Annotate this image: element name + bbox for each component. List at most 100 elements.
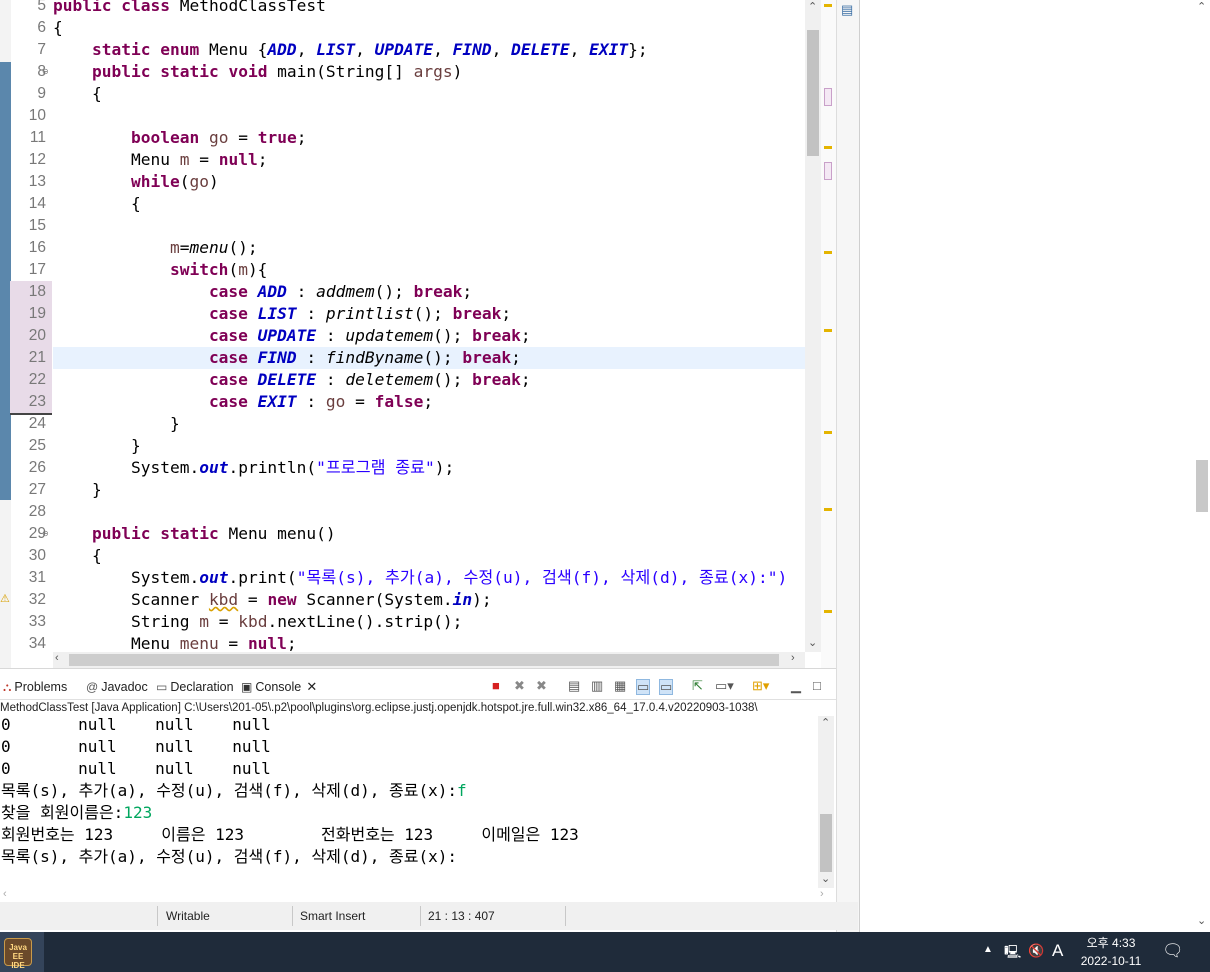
code-line: { (53, 18, 63, 37)
code-line: public class MethodClassTest (53, 0, 326, 15)
line-number: 28 (28, 503, 46, 520)
scroll-down-icon[interactable]: ⌄ (1197, 914, 1206, 927)
outline-icon[interactable]: ▤ (841, 2, 853, 18)
line-number: 30 (28, 547, 46, 564)
scroll-down-icon[interactable]: ⌄ (808, 636, 817, 649)
code-line: m=menu(); (169, 238, 258, 257)
open-console-icon[interactable]: ⊞▾ (752, 679, 769, 693)
window-vertical-scrollbar[interactable]: ⌃ ⌄ (1194, 0, 1210, 932)
overview-marker[interactable] (824, 88, 832, 106)
ime-indicator[interactable]: A (1052, 941, 1063, 961)
status-separator (565, 906, 566, 926)
show-on-stderr-icon[interactable]: ▭ (659, 679, 674, 695)
overview-marker[interactable] (824, 4, 832, 7)
scrollbar-thumb[interactable] (807, 30, 819, 156)
status-cursor-position[interactable]: 21 : 13 : 407 (428, 902, 495, 930)
line-number: 33 (28, 613, 46, 630)
remove-all-terminated-icon[interactable]: ✖ (536, 679, 547, 693)
code-area[interactable]: public class MethodClassTest { static en… (53, 0, 805, 652)
warning-icon[interactable]: ⚠ (0, 592, 10, 605)
console-line: 목록(s), 추가(a), 수정(u), 검색(f), 삭제(d), 종료(x)… (1, 781, 467, 800)
status-separator (292, 906, 293, 926)
scrollbar-thumb[interactable] (820, 814, 832, 872)
console-title: MethodClassTest [Java Application] C:\Us… (0, 702, 758, 714)
overview-marker[interactable] (824, 251, 832, 254)
overview-marker[interactable] (824, 329, 832, 332)
fold-collapse-icon[interactable]: ⊖ (42, 529, 49, 538)
line-number-gutter: 5 6 7 8 ⊖ 9 10 11 12 13 14 15 16 17 18 1… (10, 0, 52, 668)
fold-collapse-icon[interactable]: ⊖ (42, 67, 49, 76)
code-line: Menu m = null; (130, 150, 268, 169)
code-line: switch(m){ (169, 260, 268, 279)
remove-launch-icon[interactable]: ✖ (514, 679, 525, 693)
minimize-icon[interactable]: ▁ (791, 679, 801, 693)
scroll-up-icon[interactable]: ⌃ (1197, 0, 1206, 13)
line-number: 13 (28, 173, 46, 190)
tab-problems[interactable]: ⛬ Problems (3, 669, 67, 699)
code-line: case LIST : printlist(); break; (208, 304, 512, 323)
code-line: while(go) (130, 172, 219, 191)
show-hidden-icons-icon[interactable]: ▲ (983, 944, 993, 955)
overview-ruler[interactable] (821, 0, 836, 668)
code-line: public static void main(String[] args) (91, 62, 463, 81)
console-view-stack: ⛬ Problems @ Javadoc ▭ Declaration ▣ Console… (0, 668, 836, 931)
maximize-icon[interactable]: □ (813, 679, 821, 693)
volume-muted-icon[interactable]: 🔇 (1028, 943, 1044, 959)
scroll-down-icon[interactable]: ⌄ (821, 872, 830, 885)
line-number: 16 (28, 239, 46, 256)
scrollbar-thumb[interactable] (69, 654, 779, 666)
code-line: case UPDATE : updatemem(); break; (208, 326, 531, 345)
console-vertical-scrollbar[interactable]: ⌃ ⌄ (818, 716, 834, 888)
clear-console-icon[interactable]: ▤ (568, 679, 580, 693)
pin-console-icon[interactable]: ⇱ (692, 679, 703, 693)
network-icon[interactable]: 🖳 (1004, 943, 1021, 965)
overview-marker[interactable] (824, 431, 832, 434)
taskbar-clock[interactable]: 오후 4:33 2022-10-11 (1072, 934, 1150, 970)
tab-javadoc[interactable]: @ Javadoc (86, 669, 148, 699)
line-number: 29 (28, 525, 46, 542)
line-number: 11 (29, 129, 46, 146)
scroll-right-icon[interactable]: › (791, 652, 795, 664)
scroll-up-icon[interactable]: ⌃ (808, 0, 817, 13)
scroll-left-icon[interactable]: ‹ (3, 888, 7, 900)
clock-time: 오후 4:33 (1086, 936, 1136, 950)
status-writable: Writable (166, 909, 210, 923)
scroll-right-icon[interactable]: › (820, 888, 824, 900)
line-number: 9 (37, 85, 46, 102)
line-number: 20 (10, 325, 52, 347)
status-separator (157, 906, 158, 926)
editor-horizontal-scrollbar[interactable]: ‹ › (53, 652, 805, 668)
tab-declaration[interactable]: ▭ Declaration (156, 669, 234, 699)
overview-marker[interactable] (824, 508, 832, 511)
taskbar-app-eclipse[interactable]: Java EE IDE (0, 932, 44, 972)
word-wrap-icon[interactable]: ▦ (614, 679, 626, 693)
line-number: 10 (28, 107, 46, 124)
display-selected-console-icon[interactable]: ▭▾ (715, 679, 734, 693)
terminate-icon[interactable]: ■ (492, 679, 500, 693)
notification-center-icon[interactable]: 🗨 (1162, 941, 1184, 961)
scrollbar-thumb[interactable] (1196, 460, 1208, 512)
line-number: 21 (10, 347, 52, 369)
line-number: 6 (37, 19, 46, 36)
status-insert-mode[interactable]: Smart Insert (300, 902, 365, 930)
editor-vertical-scrollbar[interactable]: ⌃ ⌄ (805, 0, 821, 652)
windows-taskbar: Java EE IDE ▲ 🖳 🔇 A 오후 4:33 2022-10-11 🗨 (0, 932, 1210, 972)
code-line: Scanner kbd = new Scanner(System.in); (130, 590, 492, 609)
overview-marker[interactable] (824, 610, 832, 613)
line-number: 5 (37, 0, 46, 14)
code-line: public static Menu menu() (91, 524, 336, 543)
console-output[interactable]: 0 null null null 0 null null null 0 null… (0, 716, 818, 886)
line-number: 22 (10, 369, 52, 391)
java-editor[interactable]: 5 6 7 8 ⊖ 9 10 11 12 13 14 15 16 17 18 1… (0, 0, 836, 668)
show-on-stdout-icon[interactable]: ▭ (636, 679, 651, 695)
code-line: Menu menu = null; (130, 634, 297, 652)
overview-marker[interactable] (824, 146, 832, 149)
line-number: 17 (28, 261, 46, 278)
scroll-left-icon[interactable]: ‹ (55, 652, 59, 664)
overview-marker[interactable] (824, 162, 832, 180)
line-number: 15 (28, 217, 46, 234)
scroll-up-icon[interactable]: ⌃ (821, 716, 830, 729)
console-line: 0 null null null (1, 716, 271, 734)
tab-console[interactable]: ▣ Console ✕ (241, 669, 324, 699)
scroll-lock-icon[interactable]: ▥ (591, 679, 603, 693)
